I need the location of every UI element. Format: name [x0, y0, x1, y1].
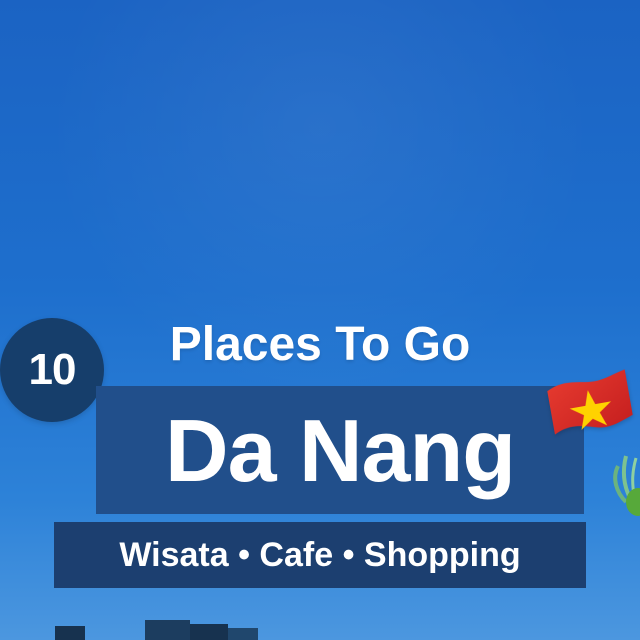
skyline-icon — [55, 620, 258, 640]
plant-icon — [613, 455, 640, 516]
tagline: Places To Go — [169, 317, 471, 371]
count-number: 10 — [28, 345, 77, 394]
count-badge: 10 — [0, 318, 104, 422]
subtitle-text: Wisata • Cafe • Shopping — [119, 535, 521, 574]
city-title: Da Nang — [165, 401, 516, 500]
